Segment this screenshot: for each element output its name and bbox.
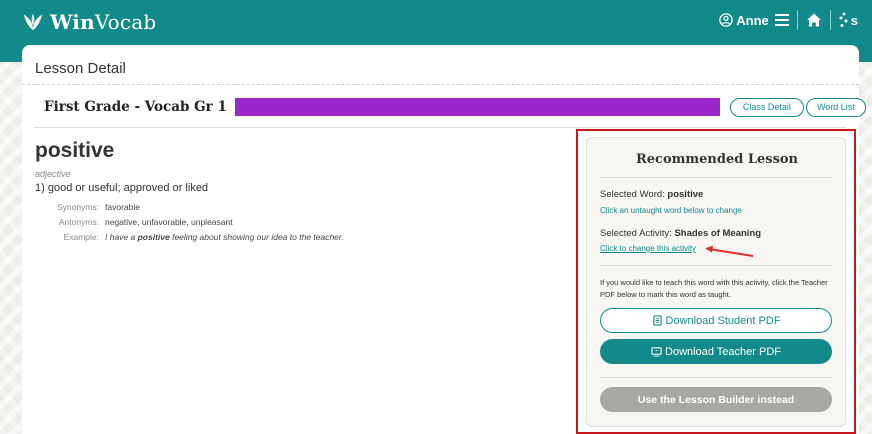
page-title: Lesson Detail [22,45,859,85]
secondary-logo[interactable]: s [839,12,858,28]
change-word-link[interactable]: Click an untaught word below to change [600,206,742,215]
synonyms-label: Synonyms: [56,201,99,212]
hamburger-menu-icon[interactable] [774,14,789,26]
word-term: positive [35,139,115,162]
home-icon [806,13,821,27]
winvocab-logo[interactable]: WinVocab [22,10,156,34]
lesson-title: First Grade - Vocab Gr 1 [44,99,227,115]
panel-divider [599,265,833,266]
antonyms-value: negative, unfavorable, unpleasant [105,216,233,227]
recommended-lesson-title: Recommended Lesson [635,152,799,167]
user-menu[interactable]: Anne [719,13,769,28]
lesson-color-bar [234,98,720,116]
panel-divider [599,377,833,378]
panel-divider [599,177,833,178]
teacher-pdf-icon [651,347,662,357]
nav-divider [796,10,798,30]
lesson-links: Class Detail Word List [729,97,866,117]
nav-divider [829,10,831,30]
antonyms-label: Antonyms: [58,216,99,227]
part-of-speech: adjective [35,169,71,179]
word-definition: 1) good or useful; approved or liked [35,182,209,194]
word-details: Synonyms: favorable Antonyms: negative, … [35,199,344,244]
selected-activity: Selected Activity: Shades of Meaning [600,228,762,239]
user-circle-icon [719,13,734,27]
recommended-lesson-panel: Recommended Lesson Selected Word: positi… [586,137,846,427]
lesson-title-row: First Grade - Vocab Gr 1 Class Detail Wo… [34,96,866,118]
brand-name: WinVocab [50,10,157,34]
teach-instructions: If you would like to teach this word wit… [600,278,828,299]
red-arrow-annotation [705,245,754,257]
synonyms-value: favorable [105,201,140,212]
antonyms-row: Antonyms: negative, unfavorable, unpleas… [35,214,344,229]
section-divider [34,127,846,128]
example-sentence: I have a positive feeling about showing … [105,231,344,242]
download-student-pdf-button[interactable]: Download Student PDF [600,308,832,333]
dots-logo-icon [839,12,848,27]
synonyms-row: Synonyms: favorable [35,199,344,214]
student-pdf-icon [652,315,662,326]
example-label: Example: [63,231,99,242]
class-detail-button[interactable]: Class Detail [729,97,804,117]
change-activity-link[interactable]: Click to change this activity [600,244,696,253]
word-list-button[interactable]: Word List [805,97,866,117]
selected-word: Selected Word: positive [600,189,704,200]
home-button[interactable] [806,12,822,28]
user-name: Anne [736,12,769,28]
example-row: Example: I have a positive feeling about… [35,229,344,244]
lesson-builder-button[interactable]: Use the Lesson Builder instead [600,387,832,412]
leaf-logo-icon [23,13,43,31]
header-nav: Anne s [719,10,858,30]
download-teacher-pdf-button[interactable]: Download Teacher PDF [600,339,832,364]
